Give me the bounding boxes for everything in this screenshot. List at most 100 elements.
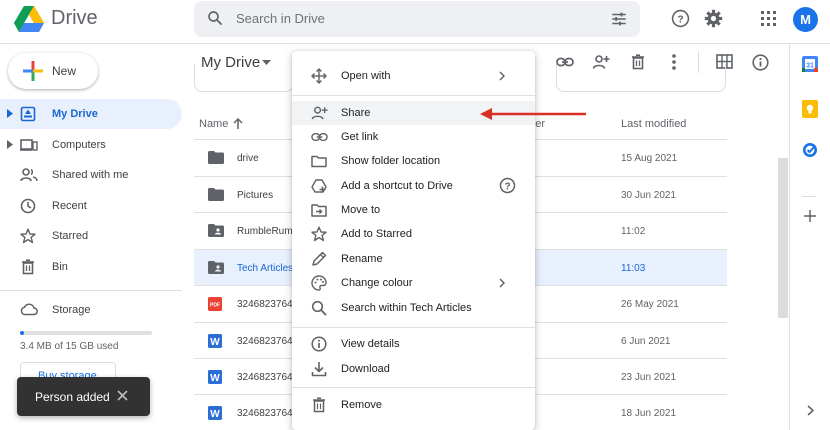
account-avatar[interactable]: M — [793, 7, 818, 32]
shared-folder-icon — [208, 261, 224, 274]
menu-divider — [292, 95, 535, 96]
menu-item-move-to[interactable]: Move to — [292, 198, 535, 222]
file-modified: 15 Aug 2021 — [621, 153, 678, 164]
sidebar-item-computers[interactable]: Computers — [0, 130, 182, 160]
suggested-card[interactable] — [194, 64, 294, 92]
folder-icon — [208, 188, 224, 201]
file-modified: 11:02 — [621, 226, 646, 237]
sidebar-item-label: Starred — [52, 230, 89, 242]
word-document-icon: W — [208, 406, 222, 420]
menu-item-label: Open with — [341, 70, 391, 82]
search-options-icon[interactable] — [610, 10, 628, 28]
top-bar: Drive Search in Drive ? M — [0, 0, 830, 44]
menu-item-remove[interactable]: Remove — [292, 393, 535, 417]
cloud-icon — [20, 303, 38, 316]
menu-item-get-link[interactable]: Get link — [292, 125, 535, 149]
file-name: Pictures — [237, 190, 274, 201]
menu-item-label: Download — [341, 363, 390, 375]
download-icon — [311, 362, 327, 377]
svg-text:?: ? — [504, 182, 510, 193]
sidebar-item-label: My Drive — [52, 108, 98, 120]
app-title[interactable]: Drive — [51, 7, 98, 30]
expand-arrow-icon[interactable] — [7, 140, 13, 149]
close-icon[interactable] — [117, 390, 128, 401]
file-name: 3246823764 — [237, 299, 293, 310]
sidebar-item-label: Computers — [52, 139, 106, 151]
computers-icon — [20, 139, 38, 151]
search-bar[interactable]: Search in Drive — [194, 1, 640, 37]
search-icon[interactable] — [206, 9, 224, 27]
chevron-right-icon — [499, 71, 505, 81]
file-modified: 26 May 2021 — [621, 299, 679, 310]
sidebar-item-recent[interactable]: Recent — [0, 191, 182, 221]
menu-item-label: Rename — [341, 253, 383, 265]
column-header-last-modified[interactable]: Last modified — [621, 118, 686, 130]
menu-item-show-folder-location[interactable]: Show folder location — [292, 149, 535, 173]
bin-icon — [313, 397, 325, 413]
help-icon[interactable]: ? — [499, 177, 516, 194]
menu-item-label: Add a shortcut to Drive — [341, 180, 453, 192]
menu-item-download[interactable]: Download — [292, 357, 535, 381]
menu-item-label: Search within Tech Articles — [341, 302, 472, 314]
info-icon[interactable] — [752, 54, 769, 71]
file-modified: 18 Jun 2021 — [621, 408, 677, 419]
sidebar-item-label: Shared with me — [52, 169, 129, 181]
sidebar-item-storage[interactable]: Storage — [0, 295, 182, 325]
apps-grid-icon[interactable] — [761, 11, 776, 26]
file-name: drive — [237, 153, 259, 164]
menu-divider — [292, 327, 535, 328]
move-arrows-icon — [311, 68, 327, 84]
menu-item-add-shortcut[interactable]: Add a shortcut to Drive ? — [292, 174, 535, 198]
file-name: Tech Articles — [237, 263, 293, 274]
sidebar-item-shared-with-me[interactable]: Shared with me — [0, 160, 182, 190]
tasks-icon[interactable] — [802, 142, 818, 158]
menu-item-label: Add to Starred — [341, 228, 412, 240]
link-icon — [311, 132, 328, 142]
menu-item-add-to-starred[interactable]: Add to Starred — [292, 222, 535, 246]
menu-item-change-colour[interactable]: Change colour — [292, 271, 535, 295]
sort-arrow-up-icon[interactable] — [233, 117, 243, 129]
file-modified: 30 Jun 2021 — [621, 190, 677, 201]
sidebar-item-starred[interactable]: Starred — [0, 221, 182, 251]
suggested-card[interactable] — [556, 64, 726, 92]
svg-text:PDF: PDF — [210, 303, 220, 309]
column-header-name[interactable]: Name — [199, 118, 228, 130]
snackbar-toast: Person added — [17, 377, 150, 416]
new-button[interactable]: New — [8, 53, 98, 89]
menu-item-label: Change colour — [341, 277, 413, 289]
search-input[interactable]: Search in Drive — [236, 11, 325, 26]
menu-item-view-details[interactable]: View details — [292, 332, 535, 356]
calendar-icon[interactable]: 31 — [802, 56, 818, 72]
menu-item-label: Get link — [341, 131, 379, 143]
svg-text:W: W — [210, 337, 220, 348]
drive-logo-icon[interactable] — [14, 5, 44, 33]
expand-arrow-icon[interactable] — [7, 109, 13, 118]
bin-icon — [22, 259, 34, 275]
svg-text:31: 31 — [806, 63, 814, 70]
scrollbar[interactable] — [778, 158, 788, 318]
pdf-icon: PDF — [208, 297, 222, 311]
menu-item-rename[interactable]: Rename — [292, 247, 535, 271]
file-modified: 6 Jun 2021 — [621, 336, 671, 347]
shared-with-me-icon — [20, 168, 38, 182]
file-name: RumbleRum — [237, 226, 293, 237]
add-icon[interactable] — [804, 210, 816, 222]
file-name: 3246823764 — [237, 408, 293, 419]
svg-text:?: ? — [677, 14, 683, 25]
menu-item-search-within[interactable]: Search within Tech Articles — [292, 296, 535, 320]
menu-item-label: Move to — [341, 204, 381, 216]
move-to-folder-icon — [311, 204, 327, 217]
word-document-icon: W — [208, 334, 222, 348]
keep-icon[interactable] — [802, 100, 818, 118]
menu-item-open-with[interactable]: Open with — [292, 64, 535, 88]
sidebar-item-my-drive[interactable]: My Drive — [0, 99, 182, 129]
settings-icon[interactable] — [704, 9, 723, 28]
file-name: 3246823764 — [237, 372, 293, 383]
menu-divider — [292, 387, 535, 388]
chevron-right-icon[interactable] — [807, 405, 814, 416]
sidebar-item-bin[interactable]: Bin — [0, 252, 182, 282]
folder-icon — [208, 151, 224, 164]
side-panel: 31 — [789, 44, 830, 430]
help-icon[interactable]: ? — [671, 9, 690, 28]
my-drive-icon — [20, 106, 36, 122]
